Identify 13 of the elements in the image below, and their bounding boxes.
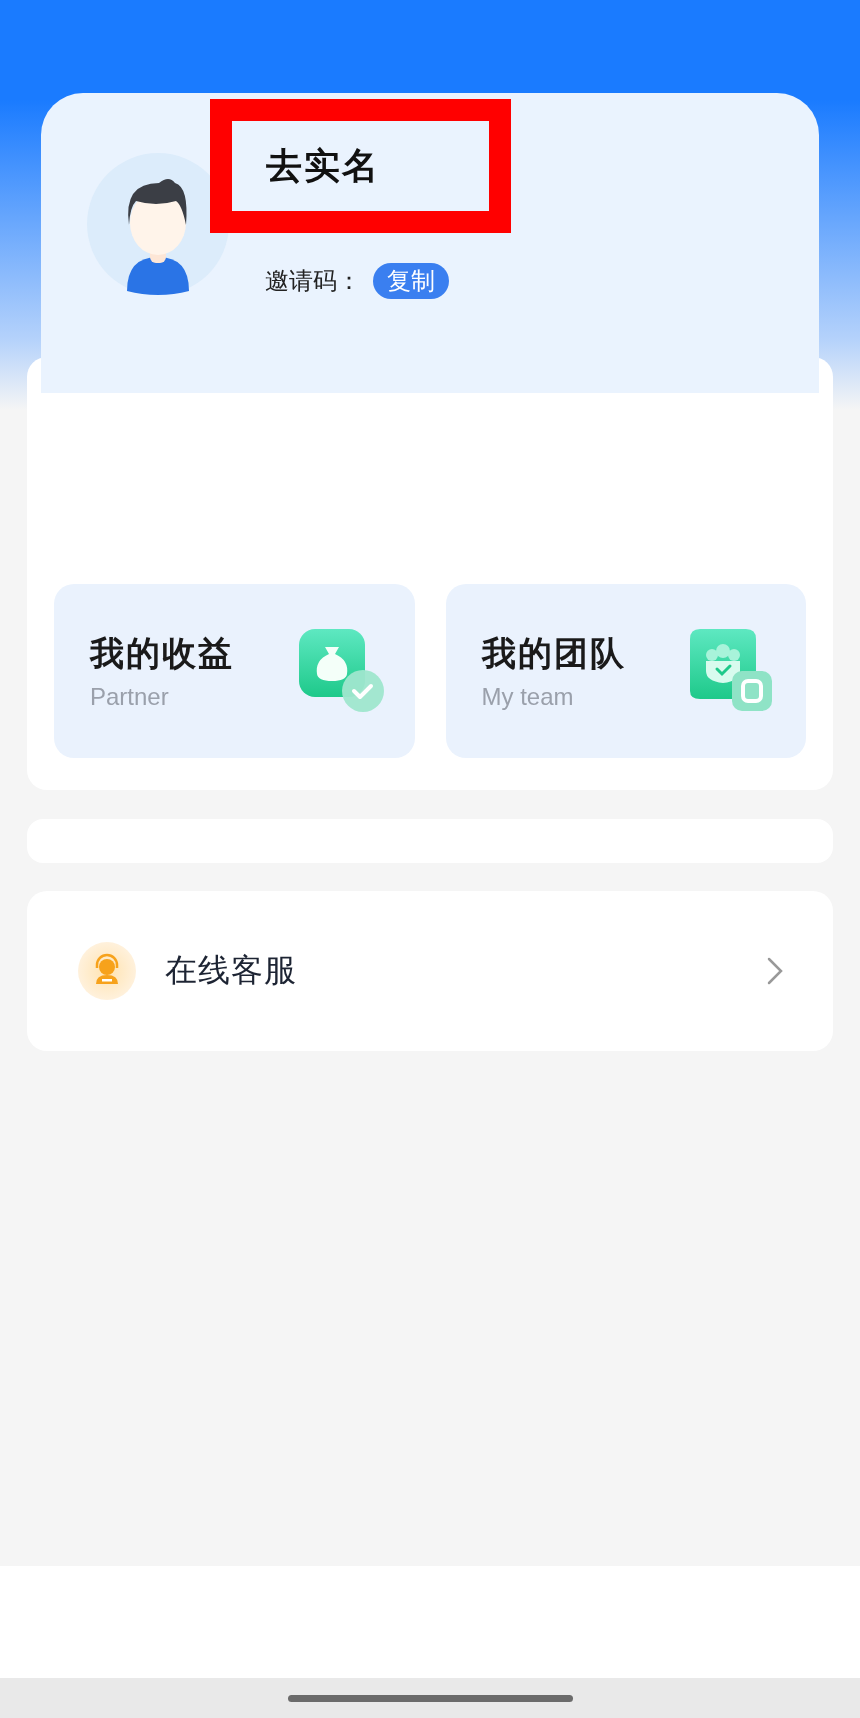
verify-name-link[interactable]: 去实名	[266, 141, 380, 191]
feature-subtitle: My team	[481, 683, 575, 711]
headset-agent-icon	[78, 942, 136, 1000]
feature-card[interactable]: 我的收益 Partner	[54, 584, 415, 758]
feature-title: 我的团队	[481, 632, 626, 675]
home-indicator[interactable]	[287, 1694, 573, 1702]
feature-subtitle: Partner	[90, 683, 170, 711]
copy-button[interactable]: 复制	[373, 263, 449, 299]
invite-code-label: 邀请码：	[265, 266, 361, 297]
feature-title: 我的收益	[90, 632, 234, 675]
chevron-right-icon	[767, 957, 783, 985]
money-bag-check-icon	[298, 629, 385, 713]
feature-card[interactable]: 我的团队 My team	[445, 584, 806, 758]
